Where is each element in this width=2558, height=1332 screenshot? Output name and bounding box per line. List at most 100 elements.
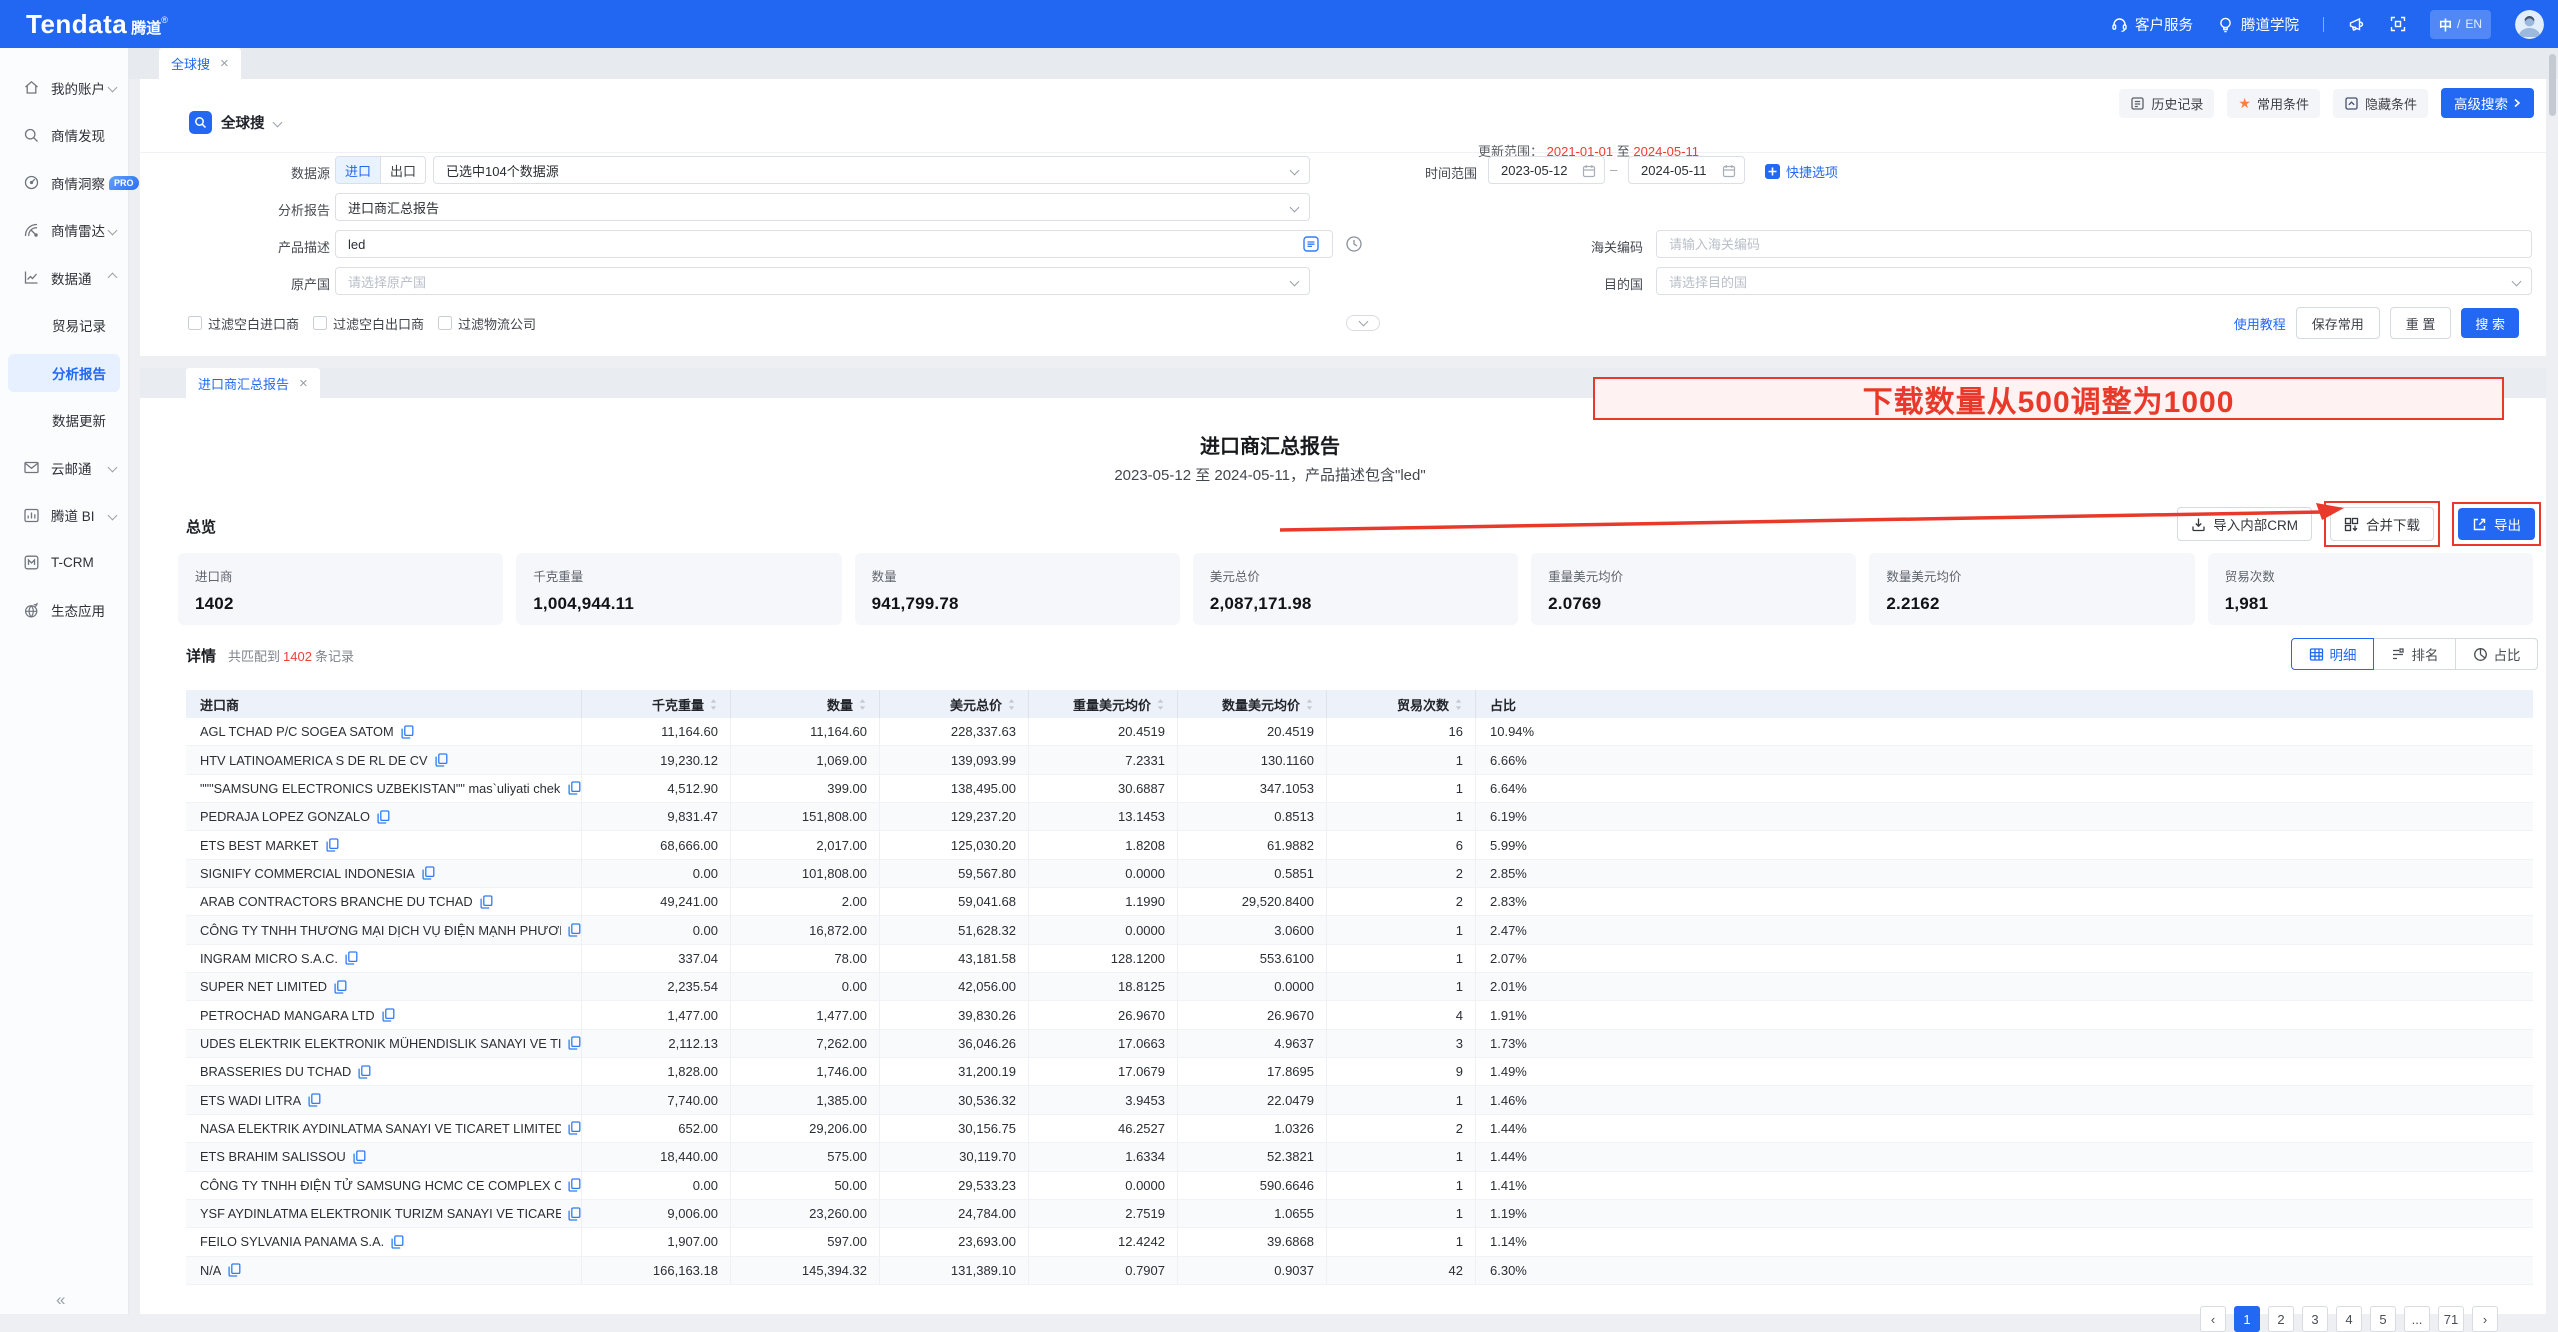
product-desc-input[interactable] bbox=[335, 230, 1333, 258]
sidebar-collapse-button[interactable]: « bbox=[56, 1290, 65, 1310]
company-copy-icon[interactable] bbox=[568, 923, 581, 937]
date-to-input[interactable]: 2024-05-11 bbox=[1628, 156, 1745, 184]
col-header[interactable]: 美元总价 bbox=[880, 690, 1029, 718]
product-options-icon[interactable] bbox=[1303, 236, 1319, 252]
checkbox-icon[interactable] bbox=[438, 316, 452, 330]
company-copy-icon[interactable] bbox=[377, 810, 390, 824]
sort-icon[interactable] bbox=[709, 698, 718, 711]
company-copy-icon[interactable] bbox=[401, 725, 414, 739]
data-source-select[interactable]: 已选中104个数据源 bbox=[433, 156, 1310, 184]
sidebar-item-insight[interactable]: 商情洞察 PRO bbox=[0, 159, 128, 207]
scrollbar-thumb[interactable] bbox=[2549, 54, 2556, 116]
import-export-toggle[interactable]: 进口 出口 bbox=[335, 156, 426, 184]
col-header[interactable]: 千克重量 bbox=[582, 690, 731, 718]
quick-options-link[interactable]: 快捷选项 bbox=[1765, 162, 1838, 181]
company-copy-icon[interactable] bbox=[358, 1065, 371, 1079]
close-icon[interactable]: × bbox=[299, 376, 308, 391]
sidebar-item-discovery[interactable]: 商情发现 bbox=[0, 112, 128, 160]
report-type-select[interactable]: 进口商汇总报告 bbox=[335, 193, 1310, 221]
view-share-button[interactable]: 占比 bbox=[2455, 638, 2538, 670]
company-copy-icon[interactable] bbox=[568, 1036, 581, 1050]
company-copy-icon[interactable] bbox=[568, 1178, 581, 1192]
sidebar-item-tcrm[interactable]: T-CRM bbox=[0, 539, 128, 587]
avatar[interactable] bbox=[2515, 10, 2544, 39]
history-button[interactable]: 历史记录 bbox=[2119, 89, 2214, 118]
sidebar-item-data-update[interactable]: 数据更新 bbox=[0, 397, 128, 445]
fullscreen-button[interactable] bbox=[2390, 16, 2406, 32]
sidebar-item-cloud-mail[interactable]: 云邮通 bbox=[0, 444, 128, 492]
hs-code-input[interactable] bbox=[1656, 230, 2532, 258]
import-crm-button[interactable]: 导入内部CRM bbox=[2177, 507, 2312, 541]
page-button[interactable]: 1 bbox=[2234, 1306, 2260, 1332]
import-toggle[interactable]: 进口 bbox=[336, 157, 380, 183]
tendata-logo[interactable]: Tendata 腾道 ® bbox=[26, 9, 168, 40]
hide-conditions-button[interactable]: 隐藏条件 bbox=[2333, 89, 2428, 118]
export-button[interactable]: 导出 bbox=[2458, 508, 2535, 540]
announcement-button[interactable] bbox=[2348, 16, 2366, 33]
view-ranking-button[interactable]: 排名 bbox=[2373, 638, 2456, 670]
company-copy-icon[interactable] bbox=[353, 1150, 366, 1164]
tab-global-search[interactable]: 全球搜 × bbox=[159, 48, 241, 79]
close-icon[interactable]: × bbox=[220, 56, 229, 71]
company-copy-icon[interactable] bbox=[568, 1121, 581, 1135]
page-button[interactable]: 5 bbox=[2370, 1306, 2396, 1332]
company-copy-icon[interactable] bbox=[382, 1008, 395, 1022]
search-mode-dropdown[interactable]: 全球搜 bbox=[189, 111, 281, 134]
company-copy-icon[interactable] bbox=[568, 781, 581, 795]
sidebar-item-my-account[interactable]: 我的账户 bbox=[0, 64, 128, 112]
sort-icon[interactable] bbox=[1156, 698, 1165, 711]
company-copy-icon[interactable] bbox=[326, 838, 339, 852]
view-detail-button[interactable]: 明细 bbox=[2291, 638, 2374, 670]
sidebar-item-analysis-report[interactable]: 分析报告 bbox=[8, 354, 120, 393]
language-toggle[interactable]: 中 / EN bbox=[2430, 10, 2491, 39]
tab-importer-report[interactable]: 进口商汇总报告 × bbox=[186, 368, 320, 398]
origin-country-select[interactable]: 请选择原产国 bbox=[335, 267, 1310, 295]
sort-icon[interactable] bbox=[1305, 698, 1314, 711]
save-common-button[interactable]: 保存常用 bbox=[2296, 307, 2380, 339]
sort-icon[interactable] bbox=[858, 698, 867, 711]
company-copy-icon[interactable] bbox=[480, 895, 493, 909]
col-header[interactable]: 数量 bbox=[731, 690, 880, 718]
reset-button[interactable]: 重 置 bbox=[2390, 307, 2452, 339]
company-copy-icon[interactable] bbox=[435, 753, 448, 767]
customer-service-button[interactable]: 客户服务 bbox=[2111, 14, 2193, 35]
sort-icon[interactable] bbox=[1007, 698, 1016, 711]
company-copy-icon[interactable] bbox=[422, 866, 435, 880]
sidebar-item-radar[interactable]: 商情雷达 bbox=[0, 207, 128, 255]
dest-country-select[interactable]: 请选择目的国 bbox=[1656, 267, 2532, 295]
checkbox-icon[interactable] bbox=[313, 316, 327, 330]
search-button[interactable]: 搜 索 bbox=[2461, 308, 2519, 338]
col-header[interactable]: 数量美元均价 bbox=[1178, 690, 1327, 718]
page-ellipsis[interactable]: ... bbox=[2404, 1306, 2430, 1332]
col-header[interactable]: 重量美元均价 bbox=[1029, 690, 1178, 718]
merge-download-button[interactable]: 合并下载 bbox=[2330, 507, 2434, 541]
filter-checkbox[interactable]: 过滤物流公司 bbox=[438, 314, 536, 333]
company-copy-icon[interactable] bbox=[345, 951, 358, 965]
date-from-input[interactable]: 2023-05-12 bbox=[1488, 156, 1605, 184]
page-button[interactable]: 3 bbox=[2302, 1306, 2328, 1332]
collapse-filters-pill[interactable] bbox=[1346, 315, 1380, 331]
sort-icon[interactable] bbox=[1454, 698, 1463, 711]
company-copy-icon[interactable] bbox=[308, 1093, 321, 1107]
sidebar-item-bi[interactable]: 腾道 BI bbox=[0, 492, 128, 540]
academy-button[interactable]: 腾道学院 bbox=[2217, 14, 2299, 35]
page-prev-button[interactable]: ‹ bbox=[2200, 1306, 2226, 1332]
company-copy-icon[interactable] bbox=[228, 1263, 241, 1277]
export-toggle[interactable]: 出口 bbox=[380, 157, 425, 183]
page-next-button[interactable]: › bbox=[2472, 1306, 2498, 1332]
page-button[interactable]: 71 bbox=[2438, 1306, 2464, 1332]
sidebar-item-trade-records[interactable]: 贸易记录 bbox=[0, 302, 128, 350]
sidebar-item-eco-apps[interactable]: 生态应用 bbox=[0, 587, 128, 635]
page-button[interactable]: 2 bbox=[2268, 1306, 2294, 1332]
filter-checkbox[interactable]: 过滤空白出口商 bbox=[313, 314, 424, 333]
sidebar-item-data-hub[interactable]: 数据通 bbox=[0, 254, 128, 302]
advanced-search-button[interactable]: 高级搜索 bbox=[2441, 88, 2534, 118]
company-copy-icon[interactable] bbox=[568, 1207, 581, 1221]
history-circle-icon[interactable] bbox=[1345, 235, 1363, 253]
checkbox-icon[interactable] bbox=[188, 316, 202, 330]
common-conditions-button[interactable]: ★ 常用条件 bbox=[2227, 89, 2320, 118]
filter-checkbox[interactable]: 过滤空白进口商 bbox=[188, 314, 299, 333]
tutorial-link[interactable]: 使用教程 bbox=[2234, 314, 2286, 333]
company-copy-icon[interactable] bbox=[334, 980, 347, 994]
col-header[interactable]: 贸易次数 bbox=[1327, 690, 1476, 718]
